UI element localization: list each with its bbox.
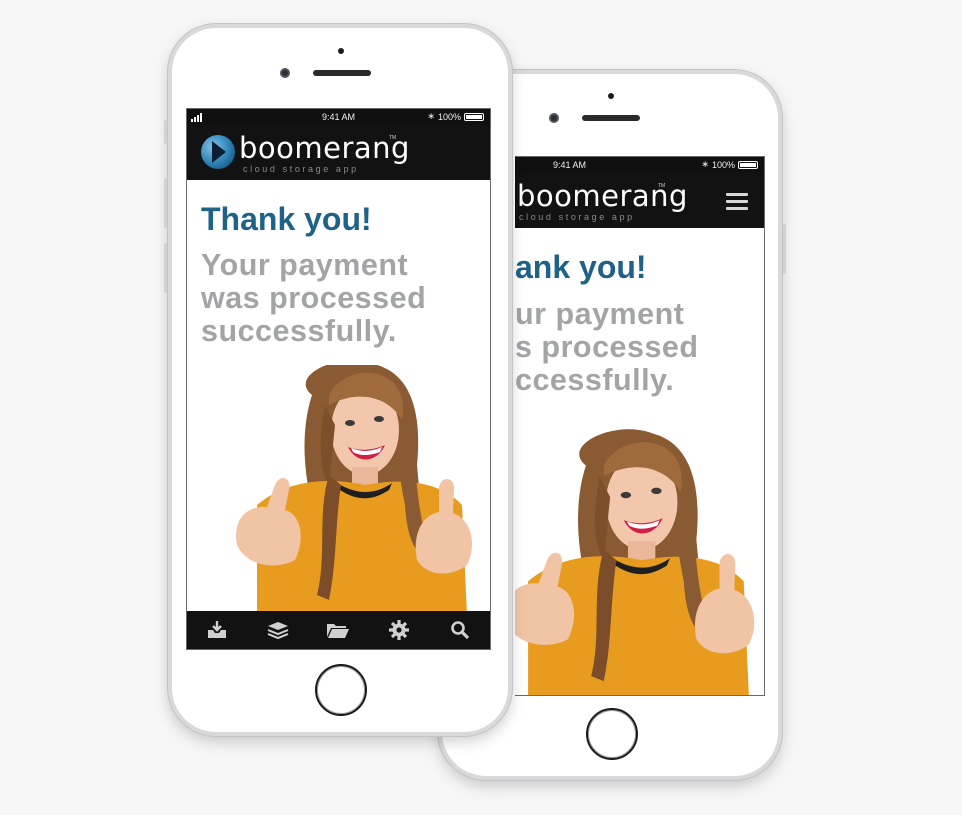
confirmation-message: Your payment was processed successfully. <box>201 249 426 348</box>
brand-tagline: cloud storage app <box>243 164 359 174</box>
tab-search[interactable] <box>440 615 480 645</box>
download-tray-icon <box>208 621 227 638</box>
status-right: ∗ 100% <box>427 111 484 122</box>
happy-customer-photo <box>515 429 755 695</box>
bottom-tab-bar <box>187 611 490 649</box>
boomerang-logo-icon <box>201 135 235 169</box>
message-line-3: successfully. <box>201 314 397 348</box>
brand-trademark: TM <box>389 135 397 141</box>
volume-up <box>164 178 167 228</box>
status-bar: 9:41 AM ∗ 100% <box>187 109 490 125</box>
front-screen: 9:41 AM ∗ 100% boomerang TM cloud storag… <box>186 108 491 650</box>
message-line-1: ur payment <box>515 297 685 331</box>
app-header: boomerang TM cloud storage app <box>187 125 490 180</box>
tab-folders[interactable] <box>318 615 358 645</box>
gear-icon <box>389 620 410 640</box>
brand-tagline: cloud storage app <box>519 212 635 222</box>
message-line-2: s processed <box>515 330 699 364</box>
camera-icon <box>280 68 290 78</box>
confirmation-title: Thank you! <box>201 201 372 237</box>
bluetooth-icon: ∗ <box>427 111 435 121</box>
confirmation-message: ur payment s processed ccessfully. <box>515 298 699 397</box>
layers-icon <box>267 622 289 640</box>
home-button[interactable] <box>315 664 367 716</box>
mute-switch <box>164 120 167 144</box>
bluetooth-icon: ∗ <box>701 159 709 169</box>
proximity-sensor <box>608 93 614 99</box>
back-screen: 9:41 AM ∗ 100% boomerang TM cloud storag… <box>515 156 765 696</box>
volume-down <box>164 243 167 293</box>
battery-percent: 100% <box>437 111 461 122</box>
hamburger-menu-icon[interactable] <box>726 193 748 210</box>
home-button[interactable] <box>586 708 638 760</box>
message-line-1: Your payment <box>201 248 409 282</box>
app-header: boomerang TM cloud storage app <box>515 173 764 228</box>
side-button <box>783 224 786 274</box>
front-phone: 9:41 AM ∗ 100% boomerang TM cloud storag… <box>164 24 512 736</box>
proximity-sensor <box>338 48 344 54</box>
brand-trademark: TM <box>658 183 666 189</box>
tab-download[interactable] <box>197 615 237 645</box>
folder-icon <box>327 624 350 638</box>
status-bar: 9:41 AM ∗ 100% <box>515 157 764 173</box>
battery-icon <box>738 160 758 169</box>
message-line-3: ccessfully. <box>515 363 675 397</box>
search-icon <box>450 621 469 640</box>
tab-settings[interactable] <box>379 615 419 645</box>
brand-wordmark: boomerang <box>239 131 410 165</box>
camera-icon <box>549 113 559 123</box>
battery-percent: 100% <box>711 159 735 170</box>
status-right: ∗ 100% <box>701 159 758 170</box>
confirmation-title: ank you! <box>515 249 647 285</box>
tab-layers[interactable] <box>258 615 298 645</box>
speaker-grille <box>582 115 640 121</box>
speaker-grille <box>313 70 371 76</box>
battery-icon <box>464 112 484 121</box>
message-line-2: was processed <box>201 281 427 315</box>
happy-customer-photo <box>236 365 473 613</box>
